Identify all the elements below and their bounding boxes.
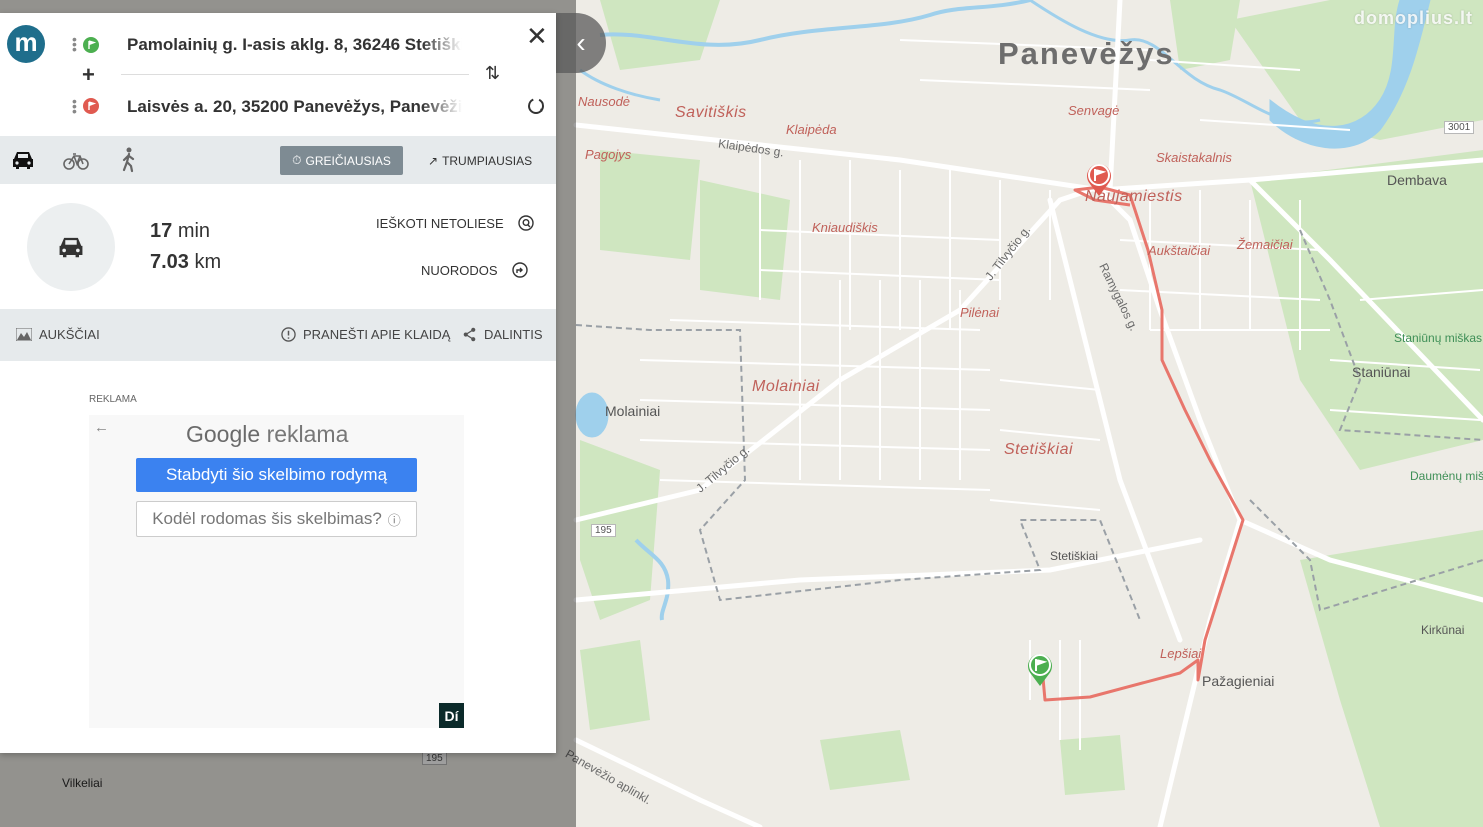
map-label-village: Dembava [1387, 172, 1447, 188]
share-icon [463, 327, 476, 342]
map-label-district: Lepšiai [1160, 646, 1202, 661]
map-label-district: Molainiai [752, 378, 820, 395]
route-actions-bar: AUKŠČIAI PRANEŠTI APIE KLAIDĄ DALINTIS [0, 309, 556, 361]
stop-ad-button[interactable]: Stabdyti šio skelbimo rodymą [136, 458, 417, 492]
mountain-icon [16, 328, 32, 341]
map-label-village: Stetiškiai [1050, 549, 1099, 563]
map-label-district: Stetiškiai [1004, 441, 1074, 458]
map-label-city: Panevėžys [998, 36, 1175, 71]
map-label-district: Skaistakalnis [1156, 150, 1232, 165]
distance-value: 7.03 [150, 251, 189, 273]
map-label-district: Senvagė [1068, 103, 1120, 118]
map-label-district: Pagojys [585, 147, 632, 162]
report-error-label: PRANEŠTI APIE KLAIDĄ [303, 327, 451, 342]
map-label-village: Molainiai [605, 403, 661, 419]
map-label-district: Pilėnai [960, 305, 1000, 320]
directions-icon [511, 262, 528, 278]
map-label-district: Žemaičiai [1237, 237, 1293, 252]
destination-marker[interactable] [1085, 162, 1113, 196]
shortest-label: TRUMPIAUSIAS [442, 153, 533, 168]
stopwatch-icon: ⏱ [292, 153, 302, 167]
divider [121, 74, 469, 75]
map-label-district: Klaipėda [786, 122, 837, 137]
fastest-route-button[interactable]: ⏱ GREIČIAUSIAS [280, 146, 403, 175]
ad-badge[interactable]: Dí [439, 703, 464, 728]
search-nearby-label: IEŠKOTI NETOLIESE [376, 215, 504, 231]
chevron-left-icon: ‹ [576, 27, 586, 58]
distance-unit: km [194, 251, 222, 273]
time-unit: min [177, 220, 211, 242]
walk-mode-icon[interactable] [115, 146, 143, 174]
time-value: 17 [150, 220, 173, 242]
map-label-district: Nausodė [578, 94, 631, 109]
ad-label: REKLAMA [89, 394, 137, 405]
directions-button[interactable]: NUORODOS [421, 262, 528, 278]
app-logo[interactable]: m [7, 25, 45, 63]
ruler-icon: ↗ [428, 153, 439, 168]
destination-input[interactable]: Laisvės a. 20, 35200 Panevėžys, Panevėži… [127, 97, 462, 117]
travel-mode-bar: ⏱ GREIČIAUSIAS ↗ TRUMPIAUSIAS [0, 136, 556, 184]
swap-route-icon[interactable]: ⇅ [485, 63, 500, 84]
map-label-village: Staniūnai [1352, 364, 1411, 380]
ad-title: Google reklama [186, 421, 348, 448]
map-label-district: Aukštaičiai [1148, 243, 1211, 258]
route-inputs: m • • • Pamolainių g. I-asis aklg. 8, 3624… [0, 13, 556, 136]
share-button[interactable]: DALINTIS [462, 327, 543, 342]
start-flag-icon [83, 37, 99, 53]
car-icon [27, 203, 115, 291]
why-ad-button[interactable]: Kodėl rodomas šis skelbimas? ⓘ [136, 501, 417, 537]
map-label-forest: Daumėnų miškas [1410, 469, 1483, 483]
road-shield: 3001 [1444, 121, 1475, 134]
info-icon: ⓘ [387, 512, 401, 528]
car-mode-icon[interactable] [9, 146, 37, 174]
report-error-button[interactable]: PRANEŠTI APIE KLAIDĄ [281, 327, 450, 342]
close-icon[interactable]: ✕ [526, 21, 548, 52]
fastest-label: GREIČIAUSIAS [305, 153, 391, 168]
elevations-button[interactable]: AUKŠČIAI [16, 327, 100, 342]
ad-container: ← Google reklama Stabdyti šio skelbimo r… [89, 415, 464, 728]
map-label-district: Kniaudiškis [812, 220, 878, 235]
map-label-village: Pažagieniai [1202, 673, 1275, 689]
watermark-logo: domoplius.lt [1354, 8, 1473, 28]
add-waypoint-icon[interactable]: + [82, 62, 95, 88]
map-label-forest: Staniūnų miškas [1394, 331, 1483, 345]
origin-input[interactable]: Pamolainių g. I-asis aklg. 8, 36246 Stet… [127, 35, 462, 55]
share-label: DALINTIS [484, 327, 543, 342]
end-flag-icon [83, 98, 99, 114]
travel-distance: 7.03 km [150, 251, 221, 274]
directions-label: NUORODOS [421, 262, 498, 278]
elevations-label: AUKŠČIAI [39, 327, 100, 342]
info-icon [281, 327, 296, 342]
shortest-route-button[interactable]: ↗ TRUMPIAUSIAS [428, 146, 532, 175]
arrow-left-icon[interactable]: ← [94, 419, 109, 436]
bicycle-mode-icon[interactable] [62, 146, 90, 174]
travel-time: 17 min [150, 220, 210, 243]
why-ad-label: Kodėl rodomas šis skelbimas? [152, 509, 382, 528]
ad-title-suffix: reklama [266, 421, 349, 447]
search-nearby-icon [517, 215, 534, 231]
reset-route-icon[interactable] [526, 96, 546, 116]
route-summary: 17 min 7.03 km IEŠKOTI NETOLIESE NUORODO… [0, 184, 556, 309]
google-wordmark: Google [186, 421, 261, 447]
map-label-village: Kirkūnai [1421, 623, 1465, 637]
road-shield: 195 [591, 524, 616, 537]
route-panel: m • • • Pamolainių g. I-asis aklg. 8, 3624… [0, 13, 556, 753]
map-label-district: Savitiškis [675, 104, 747, 121]
search-nearby-button[interactable]: IEŠKOTI NETOLIESE [376, 215, 534, 231]
origin-marker[interactable] [1026, 652, 1054, 686]
drag-handle-icon[interactable]: • • • [72, 32, 77, 56]
drag-handle-icon[interactable]: • • • [72, 94, 77, 118]
